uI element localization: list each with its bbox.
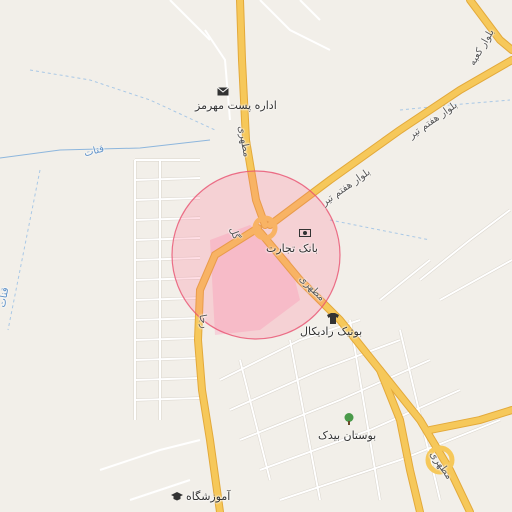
graduation-cap-icon[interactable]	[170, 490, 184, 504]
water-line	[29, 69, 216, 131]
envelope-icon[interactable]	[216, 84, 230, 98]
banknote-icon[interactable]	[298, 226, 312, 240]
map-view[interactable]: اداره پست مهرمز بانک تجارت بوتیک رادیکال…	[0, 0, 512, 512]
poi-label-park: بوستان بیدک	[318, 429, 377, 442]
poi-label-post-office: اداره پست مهرمز	[195, 99, 277, 112]
search-radius-circle[interactable]	[171, 170, 341, 340]
tshirt-icon[interactable]	[326, 311, 340, 325]
map-base-layer	[0, 0, 512, 512]
water-line	[329, 219, 431, 241]
water-line	[7, 169, 41, 331]
water-line	[0, 139, 211, 159]
poi-label-school: آموزشگاه	[186, 490, 231, 503]
poi-label-boutique: بوتیک رادیکال	[300, 325, 363, 338]
poi-label-bank: بانک تجارت	[266, 242, 318, 255]
tree-icon[interactable]	[342, 412, 356, 426]
road-label-raja: رجا	[196, 313, 210, 330]
